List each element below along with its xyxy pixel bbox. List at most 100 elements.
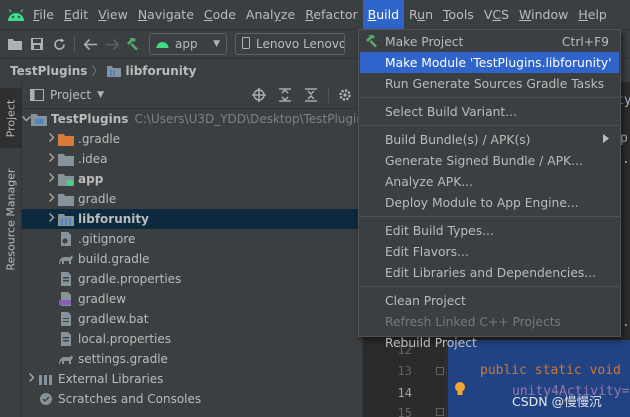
project-view-icon — [30, 89, 44, 101]
build-menu-item[interactable]: Generate Signed Bundle / APK... — [360, 150, 619, 171]
project-tool-tab[interactable]: Project — [0, 88, 22, 148]
lightbulb-icon[interactable] — [454, 381, 466, 400]
tree-item[interactable]: .gitignore — [22, 229, 362, 249]
menu-run[interactable]: Run — [404, 0, 438, 29]
hammer-build-icon[interactable] — [123, 33, 145, 55]
back-arrow-icon[interactable] — [79, 33, 101, 55]
breadcrumb-item[interactable]: libforunity — [125, 64, 196, 78]
tree-item[interactable]: settings.gradle — [22, 349, 362, 369]
library-icon — [38, 372, 54, 386]
project-panel-title[interactable]: Project — [50, 88, 91, 102]
breadcrumb-item[interactable]: TestPlugins — [10, 64, 87, 78]
collapse-all-icon[interactable] — [304, 88, 318, 105]
folder-icon — [58, 192, 74, 206]
chevron-right-icon[interactable] — [46, 153, 58, 165]
build-menu-item-label: Rebuild Project — [385, 335, 477, 350]
tree-item-label: build.gradle — [78, 252, 150, 266]
tree-item[interactable]: app — [22, 169, 362, 189]
build-menu-item[interactable]: Edit Libraries and Dependencies... — [360, 262, 619, 283]
run-config-select[interactable]: app ▼ — [149, 33, 227, 55]
tree-item[interactable]: gradle.properties — [22, 269, 362, 289]
build-menu-item[interactable]: Analyze APK... — [360, 171, 619, 192]
build-menu-item[interactable]: Rebuild Project — [360, 332, 619, 353]
tree-item-path: C:\Users\U3D_YDD\Desktop\TestPlugins — [134, 112, 362, 126]
tree-item[interactable]: gradle — [22, 189, 362, 209]
menu-navigate[interactable]: Navigate — [133, 0, 199, 29]
menu-view[interactable]: View — [93, 0, 133, 29]
code-fragment: . — [622, 152, 630, 167]
chevron-right-icon[interactable] — [46, 193, 58, 205]
fold-marker-icon[interactable] — [436, 408, 444, 416]
build-menu-item[interactable]: Build Bundle(s) / APK(s) — [360, 129, 619, 150]
gear-icon[interactable] — [338, 88, 352, 105]
build-menu-item[interactable]: Deploy Module to App Engine... — [360, 192, 619, 213]
tree-item[interactable]: TestPlugins C:\Users\U3D_YDD\Desktop\Test… — [22, 109, 362, 129]
build-menu-item-label: Run Generate Sources Gradle Tasks — [385, 76, 605, 91]
chevron-right-icon[interactable] — [46, 133, 58, 145]
chevron-down-icon[interactable] — [22, 114, 31, 125]
menu-file[interactable]: File — [28, 0, 59, 29]
build-menu-item[interactable]: Make Module 'TestPlugins.libforunity' — [360, 52, 619, 73]
forward-arrow-icon[interactable] — [101, 33, 123, 55]
save-icon[interactable] — [26, 33, 48, 55]
build-menu-item[interactable]: Run Generate Sources Gradle Tasks — [360, 73, 619, 94]
tree-item[interactable]: libforunity — [22, 209, 362, 229]
tree-item[interactable]: gradlew.bat — [22, 309, 362, 329]
tree-item[interactable]: Scratches and Consoles — [22, 389, 362, 409]
tree-item-label: Scratches and Consoles — [58, 392, 202, 406]
chevron-right-icon[interactable] — [46, 213, 58, 225]
build-menu-dropdown: Make Project Ctrl+F9 Make Module 'TestPlug… — [358, 29, 621, 350]
gradle-icon — [58, 252, 74, 266]
sync-icon[interactable] — [48, 33, 70, 55]
tree-item-label: .gradle — [78, 132, 121, 146]
resource-manager-tab[interactable]: Resource Manager — [0, 164, 22, 274]
menu-analyze[interactable]: Analyze — [241, 0, 300, 29]
open-folder-icon[interactable] — [4, 33, 26, 55]
tree-item-label: gradle.properties — [78, 272, 182, 286]
locate-target-icon[interactable] — [252, 88, 266, 105]
expand-all-icon[interactable] — [278, 88, 292, 105]
fold-marker-icon[interactable] — [436, 367, 444, 375]
menu-help[interactable]: Help — [573, 0, 612, 29]
tree-item-label: local.properties — [78, 332, 172, 346]
gradle-icon — [58, 352, 74, 366]
menu-tools[interactable]: Tools — [438, 0, 479, 29]
device-phone-icon — [242, 36, 250, 52]
build-menu-item-label: Select Build Variant... — [385, 104, 517, 119]
tree-item[interactable]: gradlew — [22, 289, 362, 309]
tree-item-label: .idea — [78, 152, 108, 166]
tree-item[interactable]: External Libraries — [22, 369, 362, 389]
menu-code[interactable]: Code — [199, 0, 241, 29]
tree-item-label: .gitignore — [78, 232, 136, 246]
build-menu-item-label: Edit Build Types... — [385, 223, 494, 238]
project-panel-header: Project ▼ — [22, 82, 362, 109]
line-number: 14 — [397, 386, 412, 400]
tree-item[interactable]: local.properties — [22, 329, 362, 349]
tree-item[interactable]: build.gradle — [22, 249, 362, 269]
tree-item[interactable]: .gradle — [22, 129, 362, 149]
script-icon — [58, 292, 74, 306]
menu-build[interactable]: Build — [362, 0, 405, 29]
chevron-down-icon[interactable]: ▼ — [97, 90, 104, 100]
build-menu-item[interactable]: Select Build Variant... — [360, 101, 619, 122]
build-menu-item[interactable]: Edit Build Types... — [360, 220, 619, 241]
device-select[interactable]: Lenovo Lenovo — [235, 33, 345, 55]
tree-item-label: gradle — [78, 192, 117, 206]
tree-item-label: gradlew — [78, 292, 127, 306]
build-menu-item-label: Edit Flavors... — [385, 244, 469, 259]
menu-refactor[interactable]: Refactor — [300, 0, 362, 29]
android-studio-logo-icon — [4, 0, 28, 29]
menu-vcs[interactable]: VCS — [479, 0, 514, 29]
build-menu-item[interactable]: Make Project Ctrl+F9 — [360, 31, 619, 52]
menu-edit[interactable]: Edit — [59, 0, 93, 29]
chevron-right-icon[interactable] — [26, 373, 38, 385]
menu-items: File Edit View Navigate Code Analyze Refactor B… — [28, 0, 612, 29]
menu-window[interactable]: Window — [514, 0, 573, 29]
chevron-right-icon[interactable] — [46, 173, 58, 185]
build-menu-item-label: Build Bundle(s) / APK(s) — [385, 132, 531, 147]
file-icon — [58, 312, 74, 326]
build-menu-item[interactable]: Edit Flavors... — [360, 241, 619, 262]
build-menu-item[interactable]: Clean Project — [360, 290, 619, 311]
tree-item[interactable]: .idea — [22, 149, 362, 169]
build-menu-item[interactable]: Refresh Linked C++ Projects — [360, 311, 619, 332]
